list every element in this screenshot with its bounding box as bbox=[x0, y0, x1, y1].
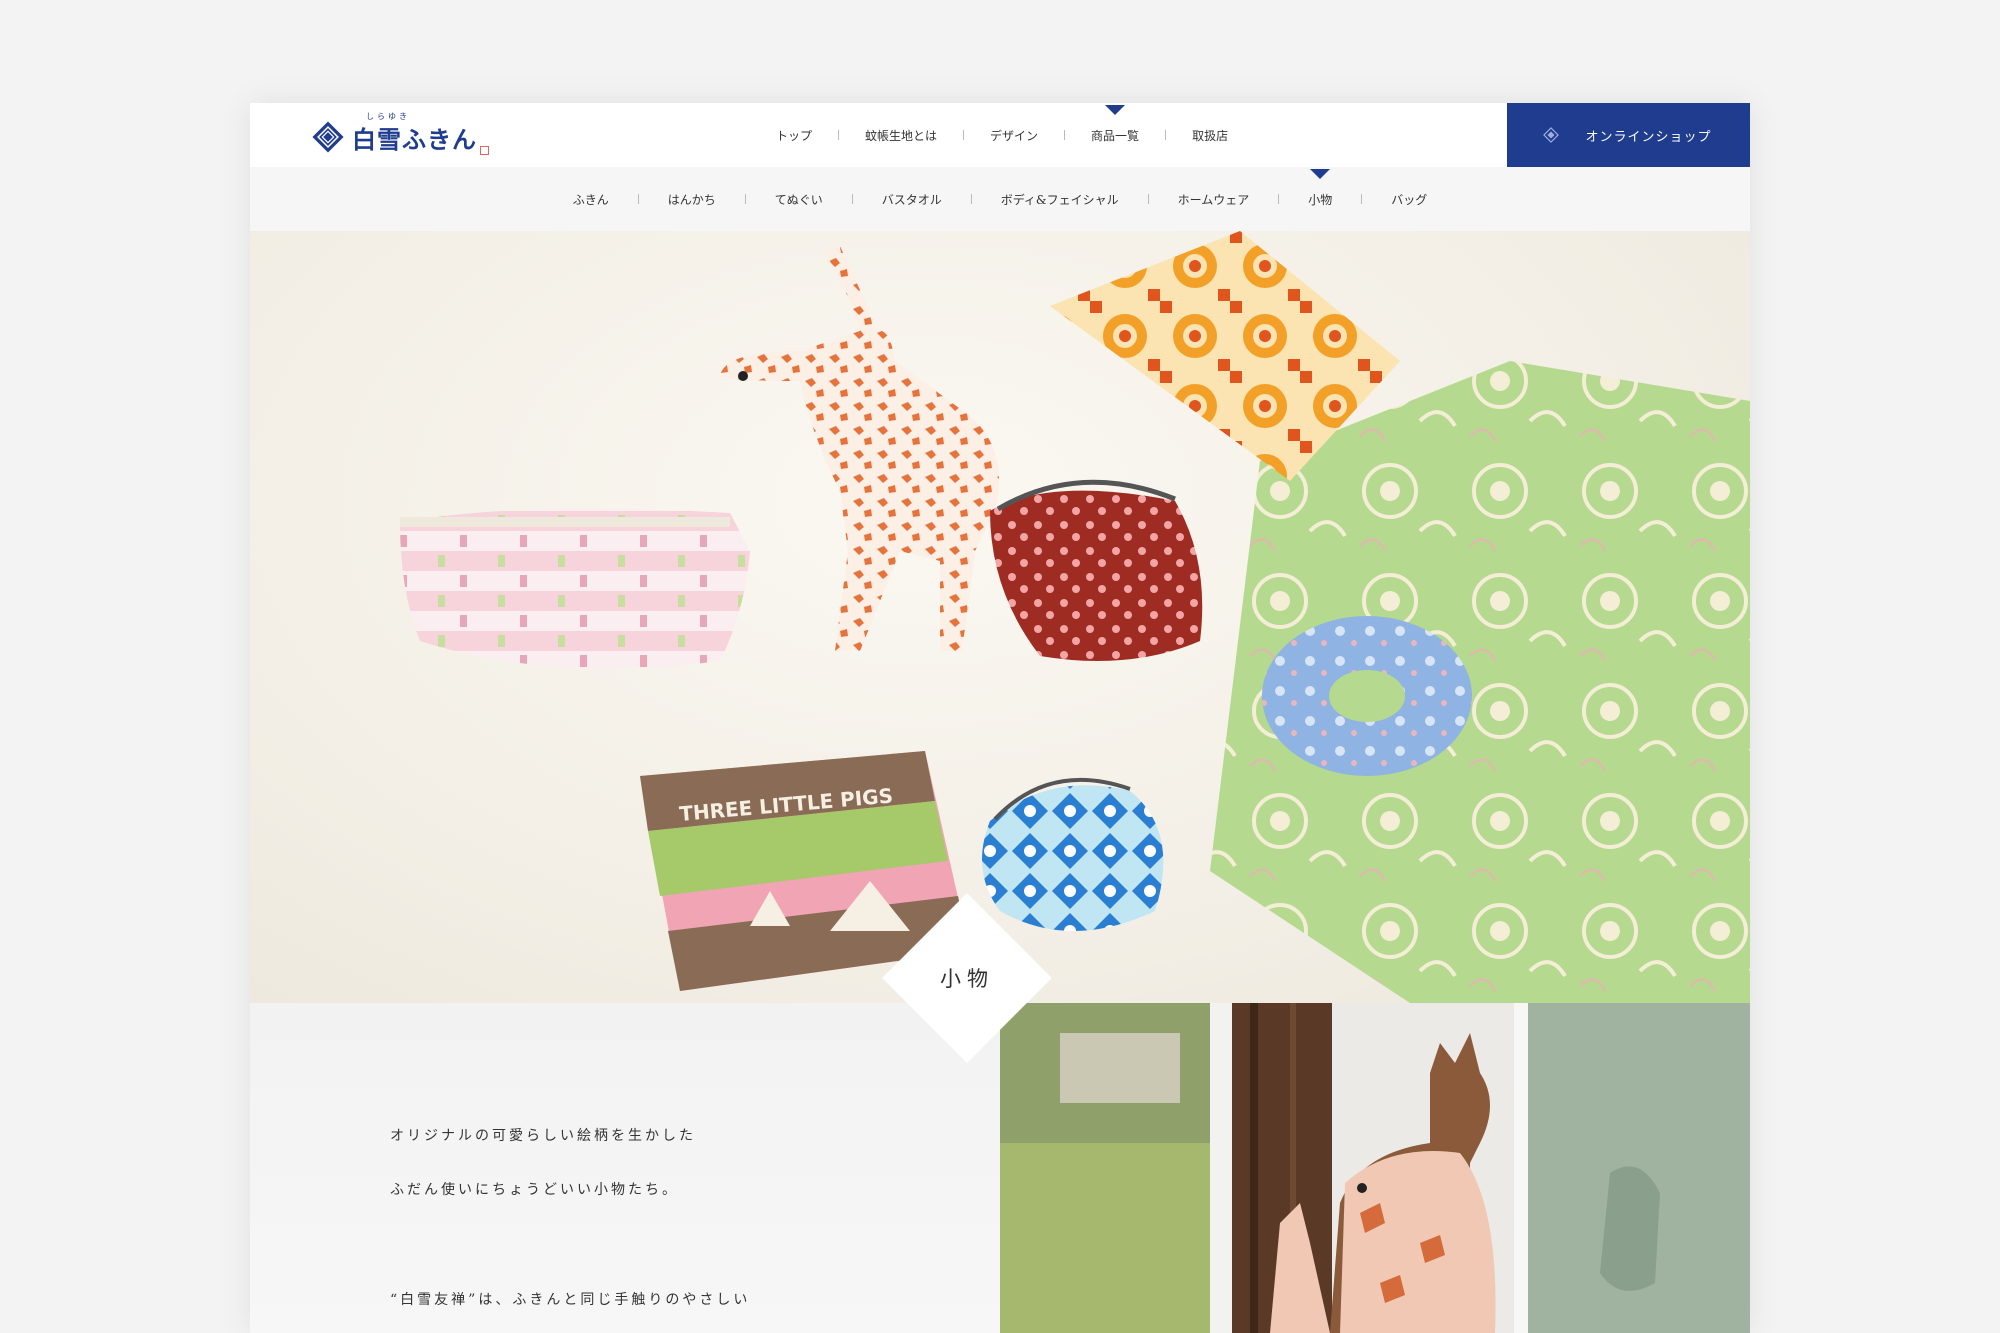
category-label: はんかち bbox=[667, 192, 716, 207]
window-deer-photo bbox=[1000, 1003, 1750, 1333]
main-nav: トップ 蚊帳生地とは デザイン 商品一覧 取扱店 bbox=[750, 103, 1254, 167]
category-komono[interactable]: 小物 bbox=[1279, 168, 1361, 208]
category-body-facial[interactable]: ボディ&フェイシャル bbox=[972, 191, 1148, 208]
online-shop-label: オンラインショップ bbox=[1585, 129, 1712, 145]
intro-line-2: ふだん使いにちょうどいい小物たち。 bbox=[390, 1182, 679, 1198]
intro-line-1: オリジナルの可愛らしい絵柄を生かした bbox=[390, 1128, 696, 1144]
section-title: 小物 bbox=[940, 967, 994, 991]
category-hankachi[interactable]: はんかち bbox=[639, 191, 745, 208]
main-nav-kaya[interactable]: 蚊帳生地とは bbox=[839, 127, 963, 144]
category-label: バスタオル bbox=[881, 192, 942, 207]
site-header: しらゆき 白雪ふきん トップ 蚊帳生地とは デザイン 商品一覧 取扱店 オンライ… bbox=[250, 103, 1750, 167]
hero-image: THREE LITTLE PIGS bbox=[250, 231, 1750, 1003]
category-fukin[interactable]: ふきん bbox=[544, 191, 638, 208]
main-nav-stores[interactable]: 取扱店 bbox=[1166, 127, 1254, 144]
category-label: てぬぐい bbox=[774, 192, 823, 207]
category-bath-towel[interactable]: バスタオル bbox=[853, 191, 971, 208]
category-label: ホームウェア bbox=[1177, 192, 1250, 207]
category-homewear[interactable]: ホームウェア bbox=[1149, 191, 1279, 208]
main-nav-design[interactable]: デザイン bbox=[964, 127, 1064, 144]
brand-ruby: しらゆき bbox=[366, 111, 410, 121]
category-bag[interactable]: バッグ bbox=[1362, 191, 1456, 208]
main-nav-label: 蚊帳生地とは bbox=[865, 128, 938, 143]
brand-name: 白雪ふきん bbox=[352, 124, 477, 154]
seal-icon bbox=[480, 145, 489, 155]
category-label: バッグ bbox=[1391, 192, 1428, 207]
main-nav-label: 取扱店 bbox=[1192, 128, 1229, 143]
active-marker-icon bbox=[1310, 168, 1331, 179]
shop-diamond-icon bbox=[1543, 127, 1560, 143]
brand-diamond-icon bbox=[312, 121, 344, 153]
active-marker-icon bbox=[1105, 104, 1126, 115]
online-shop-button[interactable]: オンラインショップ bbox=[1507, 103, 1750, 167]
deer-plush bbox=[720, 246, 1000, 651]
main-nav-label: デザイン bbox=[990, 128, 1039, 143]
category-nav: ふきん はんかち てぬぐい バスタオル ボディ&フェイシャル ホームウェア 小物… bbox=[250, 167, 1750, 231]
site-logo[interactable]: しらゆき 白雪ふきん bbox=[312, 111, 489, 163]
main-nav-label: 商品一覧 bbox=[1091, 128, 1140, 143]
main-nav-top[interactable]: トップ bbox=[750, 127, 838, 144]
main-nav-products[interactable]: 商品一覧 bbox=[1065, 104, 1165, 144]
page: しらゆき 白雪ふきん トップ 蚊帳生地とは デザイン 商品一覧 取扱店 オンライ… bbox=[250, 103, 1750, 1333]
main-nav-label: トップ bbox=[776, 128, 813, 143]
intro-text-panel: オリジナルの可愛らしい絵柄を生かした ふだん使いにちょうどいい小物たち。 “白雪… bbox=[250, 1003, 1000, 1333]
scrunchie bbox=[1262, 616, 1472, 776]
category-label: ボディ&フェイシャル bbox=[1000, 192, 1119, 207]
category-tenugui[interactable]: てぬぐい bbox=[746, 191, 852, 208]
category-label: ふきん bbox=[572, 192, 609, 207]
blue-coin-purse bbox=[982, 777, 1164, 931]
category-label: 小物 bbox=[1308, 192, 1333, 207]
intro-line-3: “白雪友禅”は、ふきんと同じ手触りのやさしい bbox=[390, 1292, 751, 1308]
